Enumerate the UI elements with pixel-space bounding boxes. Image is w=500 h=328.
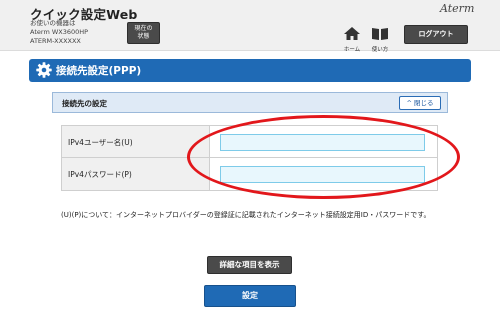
username-label-cell: IPv4ユーザー名(U) (62, 126, 210, 157)
section-header: 接続先設定(PPP) (29, 59, 471, 82)
chevron-up-icon: ^ (406, 99, 412, 107)
device-id: ATERM-XXXXXX (30, 37, 81, 45)
manual-button[interactable]: 使い方 (367, 25, 393, 53)
username-row: IPv4ユーザー名(U) (62, 126, 437, 158)
ipv4-password-input[interactable] (220, 166, 425, 183)
gear-icon (36, 62, 52, 78)
section-title: 接続先設定(PPP) (56, 65, 142, 77)
home-icon (344, 27, 360, 40)
manual-label: 使い方 (371, 47, 389, 53)
show-details-button[interactable]: 詳細な項目を表示 (207, 256, 292, 274)
subsection-title: 接続先の設定 (62, 99, 107, 108)
home-button[interactable]: ホーム (339, 25, 365, 53)
current-status-button[interactable]: 現在の 状態 (127, 22, 160, 44)
password-label: IPv4パスワード(P) (68, 170, 132, 179)
status-button-line-1: 現在の (134, 25, 153, 32)
subsection-header: 接続先の設定 ^ 閉じる (52, 92, 448, 113)
username-label: IPv4ユーザー名(U) (68, 138, 133, 147)
password-label-cell: IPv4パスワード(P) (62, 158, 210, 190)
aterm-logo: Aterm (440, 2, 475, 15)
apply-button[interactable]: 設定 (204, 285, 296, 307)
collapse-label: 閉じる (414, 99, 434, 107)
credentials-note: (U)(P)について：インターネットプロバイダーの登録証に記載されたインターネッ… (61, 211, 431, 219)
collapse-button[interactable]: ^ 閉じる (399, 96, 441, 110)
password-row: IPv4パスワード(P) (62, 158, 437, 190)
device-caption: お使いの機器は (30, 19, 76, 27)
status-button-line-2: 状態 (137, 33, 150, 40)
ipv4-username-input[interactable] (220, 134, 425, 151)
device-model: Aterm WX3600HP (30, 28, 89, 36)
home-label: ホーム (343, 47, 361, 53)
book-icon (372, 28, 388, 40)
logout-button[interactable]: ログアウト (404, 25, 468, 44)
header-bar: クイック設定Web お使いの機器は Aterm WX3600HP ATERM-X… (0, 0, 500, 53)
ppp-settings-table: IPv4ユーザー名(U) IPv4パスワード(P) (61, 125, 438, 191)
